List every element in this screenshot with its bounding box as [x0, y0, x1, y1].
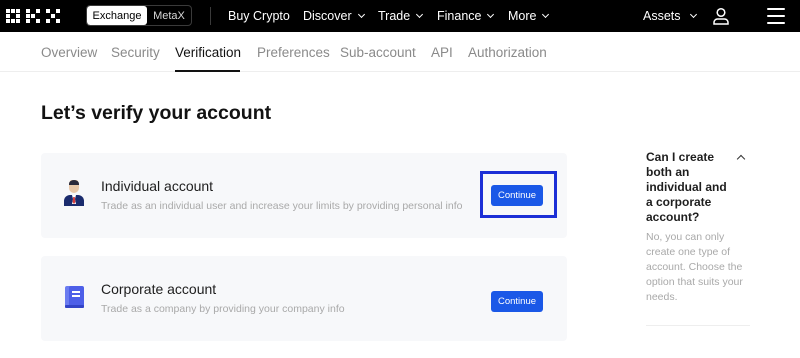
nav-assets[interactable]: Assets	[643, 0, 697, 32]
hamburger-menu-icon[interactable]	[767, 8, 785, 24]
nav-assets-label: Assets	[643, 9, 681, 23]
nav-buy-crypto[interactable]: Buy Crypto	[228, 0, 290, 32]
individual-account-description: Trade as an individual user and increase…	[101, 200, 463, 212]
chevron-down-icon	[357, 10, 365, 18]
nav-discover-label: Discover	[303, 9, 352, 23]
faq-divider	[646, 325, 750, 326]
account-subnav: Overview Security Verification Preferenc…	[0, 32, 800, 72]
tab-overview[interactable]: Overview	[41, 32, 97, 72]
nav-finance[interactable]: Finance	[437, 0, 495, 32]
chevron-down-icon	[416, 10, 424, 18]
nav-finance-label: Finance	[437, 9, 482, 23]
metax-toggle[interactable]: MetaX	[147, 6, 191, 25]
nav-divider	[210, 7, 211, 25]
corporate-continue-button[interactable]: Continue	[491, 291, 543, 312]
corporate-account-title: Corporate account	[101, 281, 217, 297]
nav-more[interactable]: More	[508, 0, 550, 32]
nav-discover[interactable]: Discover	[303, 0, 365, 32]
tab-security[interactable]: Security	[111, 32, 160, 72]
chevron-down-icon	[542, 10, 550, 18]
nav-trade[interactable]: Trade	[378, 0, 424, 32]
nav-buy-crypto-label: Buy Crypto	[228, 9, 290, 23]
nav-more-label: More	[508, 9, 537, 23]
faq-question[interactable]: Can I create both an individual and a co…	[646, 150, 736, 225]
chevron-down-icon	[689, 10, 697, 18]
tab-api[interactable]: API	[431, 32, 453, 72]
highlight-box	[480, 171, 557, 218]
individual-account-title: Individual account	[101, 178, 214, 194]
tab-verification[interactable]: Verification	[175, 32, 241, 72]
tab-preferences[interactable]: Preferences	[257, 32, 330, 72]
corporate-account-description: Trade as a company by providing your com…	[101, 303, 345, 315]
building-icon	[65, 286, 84, 308]
faq-panel: Can I create both an individual and a co…	[646, 150, 750, 305]
chevron-down-icon	[487, 10, 495, 18]
faq-answer: No, you can only create one type of acco…	[646, 231, 743, 303]
active-tab-indicator	[175, 70, 240, 72]
nav-trade-label: Trade	[378, 9, 411, 23]
user-icon[interactable]	[712, 7, 730, 25]
corporate-account-card[interactable]: Corporate account Trade as a company by …	[41, 256, 567, 341]
tab-sub-account[interactable]: Sub-account	[340, 32, 416, 72]
person-icon	[64, 180, 84, 206]
tab-authorization[interactable]: Authorization	[468, 32, 547, 72]
top-navigation-bar: Exchange MetaX Buy Crypto Discover Trade…	[0, 0, 800, 32]
page-title: Let’s verify your account	[41, 102, 272, 124]
chevron-up-icon[interactable]	[736, 154, 746, 164]
exchange-metax-switch: Exchange MetaX	[86, 5, 192, 26]
okx-logo[interactable]	[6, 9, 66, 23]
exchange-toggle[interactable]: Exchange	[87, 6, 147, 25]
